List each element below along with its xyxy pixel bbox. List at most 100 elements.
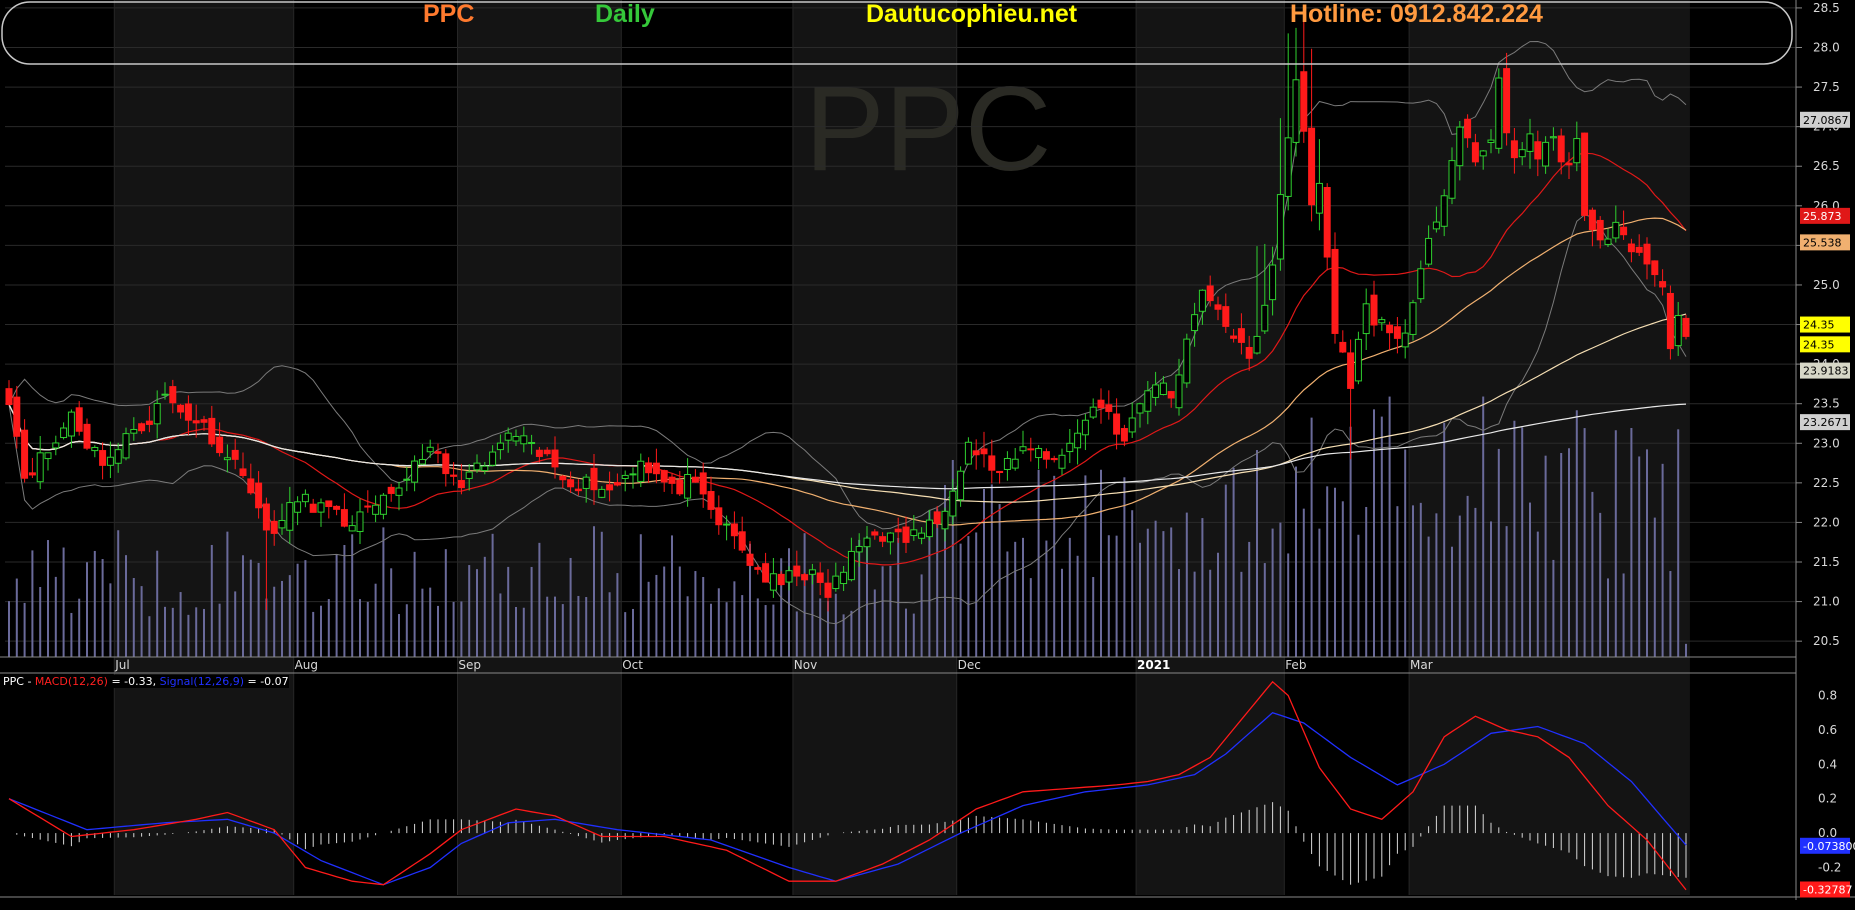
candle-body [567,479,575,488]
month-band [1409,0,1690,895]
candle-body [598,488,606,498]
volume-bar [281,580,283,657]
candle-body [816,572,824,583]
candle-body [216,436,224,454]
x-tick-label: Sep [458,658,481,672]
candle-body [528,442,536,445]
volume-bar [218,603,221,657]
volume-bar [8,601,10,657]
candle-body [512,436,520,442]
candle-body [793,565,801,577]
volume-bar [1653,517,1656,657]
candle-body [262,503,270,531]
volume-bar [561,604,564,657]
volume-bar [1482,396,1485,657]
volume-bar [437,605,439,657]
volume-bar [1201,518,1204,657]
volume-bar [1661,463,1664,657]
volume-bar [109,583,112,657]
badge-ma50: 25.538 [1800,234,1850,251]
volume-bar [1544,455,1547,657]
volume-bar [764,605,767,657]
candle-body [1339,341,1347,353]
volume-bar [1037,469,1040,657]
candle-body [1074,432,1082,449]
candle-body [1471,142,1479,163]
candle-body [1440,195,1448,227]
candle-body [411,460,419,483]
candle-body [1136,403,1144,414]
volume-bar [990,484,993,657]
candle-body [902,526,910,543]
candle-body [1503,68,1511,134]
volume-bar [905,608,907,657]
volume-bar [1107,535,1110,657]
volume-bar [1404,449,1407,657]
candle-body [278,520,286,529]
volume-bar [1045,540,1048,657]
volume-bar [148,616,151,657]
volume-bar [1365,506,1368,657]
volume-bar [694,571,697,657]
volume-bar [1638,456,1641,657]
candle-body [496,442,504,451]
volume-bar [249,559,252,657]
volume-bar [850,610,853,657]
volume-bar [655,574,658,657]
volume-bar [1232,467,1235,657]
candle-body [879,536,887,542]
month-band [1136,0,1285,895]
volume-bar [1458,515,1461,657]
badge-close: 24.35 [1800,316,1850,333]
candle-body [746,553,754,566]
volume-bar [257,562,260,657]
volume-bar [936,508,939,657]
candle-body [1627,243,1635,253]
badge-signal-text: -0.073800 [1803,840,1855,853]
candle-body [184,403,192,421]
candle-body [972,450,980,456]
volume-bar [717,588,720,657]
candle-body [1284,137,1292,197]
candle-body [1003,457,1011,470]
candle-body [1526,133,1534,152]
volume-bar [203,608,205,657]
candle-body [910,529,918,537]
volume-bar [1575,410,1578,657]
candle-body [1308,127,1316,206]
volume-bar [1419,502,1422,657]
volume-bar [920,574,923,657]
volume-bar [1583,428,1586,657]
candle-body [769,573,777,591]
volume-bar [803,533,806,657]
candle-body [91,446,99,452]
candle-body [1565,162,1573,166]
candle-body [871,531,879,536]
x-tick-label: Aug [295,658,318,672]
candle-body [949,490,957,517]
candle-body [645,462,653,474]
candle-body [824,582,832,598]
volume-bar [1154,520,1157,657]
candle-body [723,523,731,526]
volume-bar [93,550,96,657]
volume-bar [1139,542,1141,657]
volume-bar [1373,409,1375,657]
volume-bar [210,544,213,657]
candle-body [1651,260,1659,276]
candle-body [489,451,497,466]
price-tick-label: 23.5 [1813,397,1840,411]
candle-body [153,403,161,425]
volume-bar [1061,568,1063,657]
volume-bar [1427,536,1430,657]
candle-body [333,505,341,510]
badge-macd: -0.32787 [1800,881,1852,898]
macd-legend-signal-value: = -0.07 [244,675,289,688]
volume-bar [125,555,127,657]
volume-bar [70,612,73,657]
volume-bar [577,595,580,657]
candle-body [1378,319,1386,324]
volume-bar [1209,569,1212,657]
volume-bar [413,551,416,657]
volume-bar [195,607,198,657]
